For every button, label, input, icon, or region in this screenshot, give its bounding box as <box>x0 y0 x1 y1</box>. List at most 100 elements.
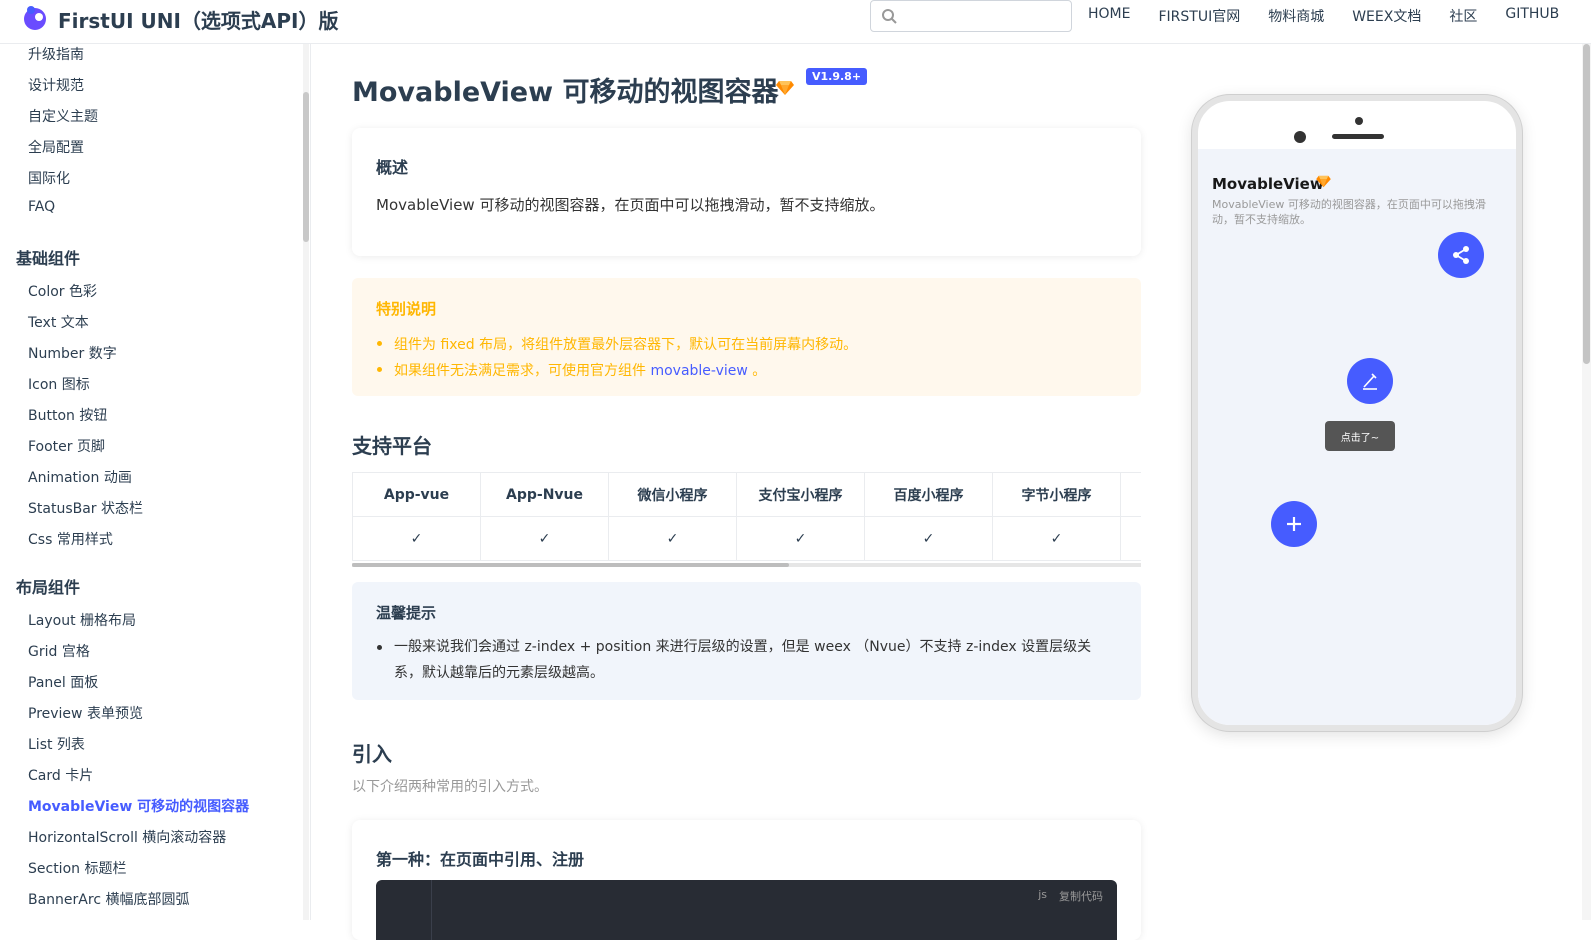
table-cell-check: ✓ <box>480 516 609 561</box>
page-scrollbar-thumb[interactable] <box>1583 44 1590 364</box>
import-method-title: 第一种：在页面中引用、注册 <box>376 850 585 869</box>
code-language-label: js <box>1038 888 1047 901</box>
share-icon <box>1453 246 1469 264</box>
top-header: FirstUI UNI（选项式API）版 HOME FIRSTUI官网 物料商城… <box>0 0 1591 44</box>
nav-community[interactable]: 社区 <box>1449 6 1477 26</box>
phone-preview: MovableView MovableView 可移动的视图容器，在页面中可以拖… <box>1192 95 1522 731</box>
import-heading: 引入 <box>352 742 392 766</box>
phone-speaker <box>1332 134 1384 139</box>
overview-title: 概述 <box>376 158 409 177</box>
table-header-cell: App-Nvue <box>480 472 609 517</box>
table-cell-check: ✓ <box>608 516 737 561</box>
add-button[interactable] <box>1271 501 1317 547</box>
sidebar-item-text[interactable]: Text 文本 <box>28 312 89 332</box>
overview-text: MovableView 可移动的视图容器，在页面中可以拖拽滑动，暂不支持缩放。 <box>376 196 885 214</box>
import-desc: 以下介绍两种常用的引入方式。 <box>352 779 548 795</box>
nav-home[interactable]: HOME <box>1088 6 1130 26</box>
sidebar-item-global-config[interactable]: 全局配置 <box>28 137 84 157</box>
sidebar-item-card[interactable]: Card 卡片 <box>28 765 93 785</box>
table-header-cell: 百度小程序 <box>864 472 993 517</box>
nav-weex-docs[interactable]: WEEX文档 <box>1352 6 1421 26</box>
sidebar-item-custom-theme[interactable]: 自定义主题 <box>28 106 98 126</box>
table-row: ✓ ✓ ✓ ✓ ✓ ✓ <box>352 516 1141 561</box>
page-title: MovableView 可移动的视图容器 <box>352 77 779 108</box>
sidebar-item-horizontalscroll[interactable]: HorizontalScroll 横向滚动容器 <box>28 827 226 847</box>
phone-camera <box>1294 131 1306 143</box>
sidebar-item-number[interactable]: Number 数字 <box>28 343 117 363</box>
sidebar-item-animation[interactable]: Animation 动画 <box>28 467 132 487</box>
table-cell-check: ✓ <box>736 516 865 561</box>
platforms-heading: 支持平台 <box>352 434 432 458</box>
table-header-cell: App-vue <box>352 472 481 517</box>
demo-title: MovableView <box>1212 175 1324 193</box>
edit-button[interactable] <box>1347 358 1393 404</box>
nav-material-store[interactable]: 物料商城 <box>1268 6 1324 26</box>
sidebar-item-bannerarc[interactable]: BannerArc 横幅底部圆弧 <box>28 889 189 909</box>
table-header-row: App-vue App-Nvue 微信小程序 支付宝小程序 百度小程序 字节小程… <box>352 472 1141 517</box>
site-title[interactable]: FirstUI UNI（选项式API）版 <box>58 5 339 34</box>
notice-title: 特别说明 <box>376 300 437 318</box>
sidebar-item-faq[interactable]: FAQ <box>28 199 55 215</box>
phone-screen: MovableView MovableView 可移动的视图容器，在页面中可以拖… <box>1198 149 1516 725</box>
tip-item: 一般来说我们会通过 z-index + position 来进行层级的设置，但是… <box>377 634 1114 686</box>
sidebar-item-statusbar[interactable]: StatusBar 状态栏 <box>28 498 143 518</box>
sidebar-scrollbar-thumb[interactable] <box>303 92 309 242</box>
search-icon <box>882 9 897 24</box>
overview-card: 概述 MovableView 可移动的视图容器，在页面中可以拖拽滑动，暂不支持缩… <box>352 128 1141 256</box>
sidebar: 升级指南 设计规范 自定义主题 全局配置 国际化 FAQ 基础组件 Color … <box>0 44 311 920</box>
notice-item: 如果组件无法满足需求，可使用官方组件 movable-view 。 <box>376 360 767 380</box>
sidebar-item-i18n[interactable]: 国际化 <box>28 168 70 188</box>
nav-firstui-official[interactable]: FIRSTUI官网 <box>1158 6 1240 26</box>
sidebar-item-movableview[interactable]: MovableView 可移动的视图容器 <box>28 796 249 816</box>
sidebar-group-layout[interactable]: 布局组件 <box>16 574 80 598</box>
sidebar-item-icon[interactable]: Icon 图标 <box>28 374 90 394</box>
sidebar-item-grid[interactable]: Grid 宫格 <box>28 641 90 661</box>
tip-title: 温馨提示 <box>376 604 437 622</box>
notice-item-text: 。 <box>747 363 767 379</box>
table-header-cell: 字节小程序 <box>992 472 1121 517</box>
table-cell <box>1120 516 1141 561</box>
import-method-card: 第一种：在页面中引用、注册 js 复制代码 <box>352 820 1141 940</box>
demo-desc: MovableView 可移动的视图容器，在页面中可以拖拽滑动，暂不支持缩放。 <box>1212 198 1486 226</box>
sidebar-item-list[interactable]: List 列表 <box>28 734 85 754</box>
sidebar-item-footer[interactable]: Footer 页脚 <box>28 436 105 456</box>
table-scrollbar-track[interactable] <box>352 563 1141 567</box>
share-button[interactable] <box>1438 232 1484 278</box>
table-header-cell: 微信小程序 <box>608 472 737 517</box>
nav-github[interactable]: GITHUB <box>1505 6 1559 26</box>
sidebar-item-panel[interactable]: Panel 面板 <box>28 672 98 692</box>
code-block[interactable]: js 复制代码 <box>376 880 1117 940</box>
sidebar-item-upgrade-guide[interactable]: 升级指南 <box>28 44 84 64</box>
table-cell-check: ✓ <box>352 516 481 561</box>
sidebar-group-basic[interactable]: 基础组件 <box>16 245 80 269</box>
sidebar-item-button[interactable]: Button 按钮 <box>28 405 107 425</box>
code-line-gutter <box>376 880 432 940</box>
edit-icon <box>1363 373 1377 390</box>
platform-table[interactable]: App-vue App-Nvue 微信小程序 支付宝小程序 百度小程序 字节小程… <box>352 472 1141 567</box>
sidebar-item-design-spec[interactable]: 设计规范 <box>28 75 84 95</box>
notice-item: 组件为 fixed 布局，将组件放置最外层容器下，默认可在当前屏幕内移动。 <box>376 334 857 354</box>
diamond-icon <box>776 81 794 95</box>
search-box[interactable] <box>870 0 1072 32</box>
copy-code-button[interactable]: 复制代码 <box>1059 888 1103 904</box>
sidebar-item-color[interactable]: Color 色彩 <box>28 281 97 301</box>
top-nav: HOME FIRSTUI官网 物料商城 WEEX文档 社区 GITHUB <box>1088 6 1559 26</box>
movable-view-link[interactable]: movable-view <box>650 363 747 379</box>
table-scrollbar-thumb[interactable] <box>352 563 789 567</box>
notice-item-text: 如果组件无法满足需求，可使用官方组件 <box>394 363 651 379</box>
tip-box: 温馨提示 一般来说我们会通过 z-index + position 来进行层级的… <box>352 582 1141 700</box>
table-cell-check: ✓ <box>992 516 1121 561</box>
sidebar-item-layout[interactable]: Layout 栅格布局 <box>28 610 136 630</box>
sidebar-item-section[interactable]: Section 标题栏 <box>28 858 126 878</box>
sidebar-item-css[interactable]: Css 常用样式 <box>28 529 113 549</box>
plus-icon <box>1287 517 1301 531</box>
sidebar-item-preview[interactable]: Preview 表单预览 <box>28 703 143 723</box>
version-badge: V1.9.8+ <box>806 68 868 85</box>
toast-message: 点击了~ <box>1325 421 1395 451</box>
table-header-cell: 支付宝小程序 <box>736 472 865 517</box>
table-cell-check: ✓ <box>864 516 993 561</box>
diamond-icon <box>1316 175 1331 188</box>
phone-sensor <box>1355 117 1363 125</box>
firstui-logo-icon[interactable] <box>20 3 48 31</box>
special-notice: 特别说明 组件为 fixed 布局，将组件放置最外层容器下，默认可在当前屏幕内移… <box>352 278 1141 396</box>
